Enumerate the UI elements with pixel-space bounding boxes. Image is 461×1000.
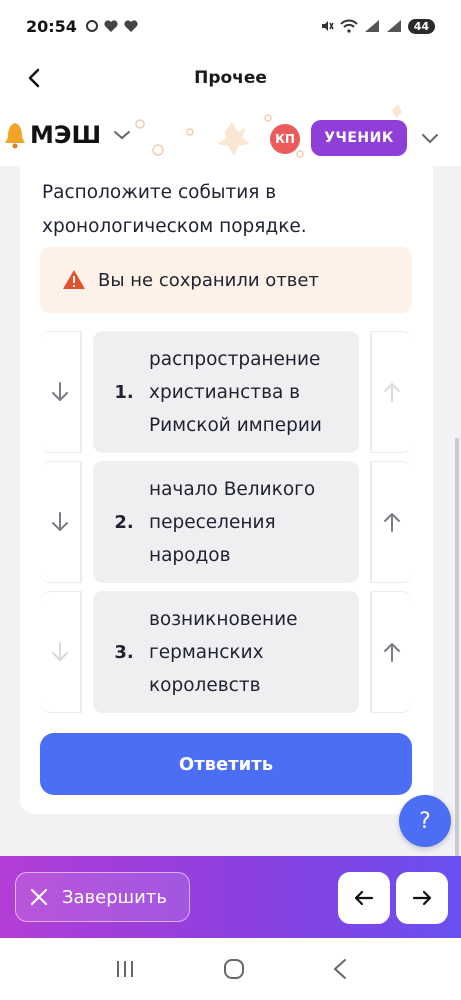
- finish-button[interactable]: Завершить: [15, 872, 190, 922]
- notification-icons: [85, 19, 139, 33]
- item-text: распространение христианства в Римской и…: [149, 348, 322, 436]
- app-bar: Прочее: [0, 52, 461, 104]
- avatar[interactable]: КП: [270, 124, 300, 154]
- move-up-button[interactable]: [370, 591, 412, 713]
- order-item[interactable]: 3. возникновение германских королевств: [93, 591, 359, 713]
- previous-question-button[interactable]: [338, 872, 390, 924]
- task-card: Расположите события в хронологическом по…: [20, 166, 433, 814]
- status-bar: 20:54 44: [0, 0, 461, 52]
- battery-indicator: 44: [407, 18, 435, 34]
- home-icon[interactable]: [223, 958, 245, 980]
- heart-icon: [104, 20, 118, 32]
- item-text: возникновение германских королевств: [149, 608, 298, 696]
- order-item-row: 2. начало Великого переселения народов: [40, 461, 412, 583]
- help-button[interactable]: ?: [399, 795, 451, 847]
- arrow-down-icon: [52, 642, 68, 661]
- question-text: Расположите события в хронологическом по…: [42, 182, 307, 237]
- arrow-down-icon: [52, 382, 68, 401]
- finish-label: Завершить: [62, 886, 167, 908]
- item-number: 3.: [114, 641, 134, 663]
- mute-icon: [321, 21, 334, 31]
- warning-icon: [63, 270, 85, 289]
- order-item[interactable]: 2. начало Великого переселения народов: [93, 461, 359, 583]
- arrow-left-icon: [354, 890, 374, 906]
- wifi-icon: [339, 19, 358, 33]
- role-badge[interactable]: УЧЕНИК: [311, 120, 407, 156]
- warning-banner: Вы не сохранили ответ: [40, 247, 412, 313]
- arrow-up-icon: [384, 513, 400, 532]
- heart-icon-2: [124, 20, 138, 32]
- bottom-bar: Завершить: [0, 856, 461, 938]
- back-nav-icon[interactable]: [332, 958, 348, 980]
- chevron-left-icon: [28, 68, 40, 88]
- move-down-button-disabled[interactable]: [40, 591, 82, 713]
- back-button[interactable]: [20, 64, 48, 92]
- recent-apps-icon[interactable]: [114, 959, 136, 979]
- warning-text: Вы не сохранили ответ: [98, 269, 319, 291]
- arrow-right-icon: [412, 890, 432, 906]
- item-number: 2.: [114, 511, 134, 533]
- move-up-button[interactable]: [370, 461, 412, 583]
- logo-text: МЭШ: [30, 121, 102, 149]
- signal-icon: [364, 20, 379, 32]
- signal-icon-2: [386, 20, 401, 32]
- item-number: 1.: [114, 381, 134, 403]
- order-item[interactable]: 1. распространение христианства в Римско…: [93, 331, 359, 453]
- scrollbar[interactable]: [455, 438, 459, 856]
- arrow-up-icon: [384, 643, 400, 662]
- arrow-up-icon: [384, 383, 400, 402]
- chevron-down-icon: [114, 131, 131, 140]
- order-item-row: 1. распространение христианства в Римско…: [40, 331, 412, 453]
- logo[interactable]: МЭШ: [4, 118, 131, 152]
- bell-logo-icon: [5, 123, 25, 149]
- page-title: Прочее: [194, 68, 267, 88]
- move-up-button-disabled[interactable]: [370, 331, 412, 453]
- close-icon: [30, 888, 48, 906]
- next-question-button[interactable]: [396, 872, 448, 924]
- order-item-row: 3. возникновение германских королевств: [40, 591, 412, 713]
- role-chevron-down-icon[interactable]: [420, 128, 440, 148]
- chat-icon: [85, 20, 98, 32]
- arrow-down-icon: [52, 512, 68, 531]
- move-down-button[interactable]: [40, 331, 82, 453]
- move-down-button[interactable]: [40, 461, 82, 583]
- status-time: 20:54: [26, 16, 77, 36]
- system-navigation: [0, 938, 461, 1000]
- item-text: начало Великого переселения народов: [149, 478, 316, 566]
- submit-answer-button[interactable]: Ответить: [40, 733, 412, 795]
